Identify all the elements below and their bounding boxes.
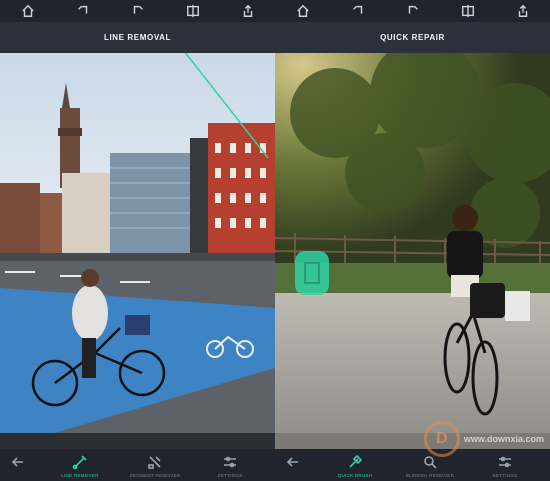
line-remover-icon: [72, 455, 87, 470]
city-street-photo[interactable]: [0, 53, 275, 449]
tool-label: LINE REMOVER: [61, 473, 99, 478]
screen-title-bar: QUICK REPAIR: [275, 22, 550, 53]
bottom-tool-bar: LINE REMOVER SEGMENT REMOVER SETTINGS: [0, 449, 275, 481]
screen-title: LINE REMOVAL: [103, 33, 172, 42]
back-button[interactable]: [285, 449, 315, 470]
line-removal-screen: LINE REMOVAL LINE REMOVER SEGMENT REMOVE…: [0, 0, 275, 481]
back-arrow-icon: [11, 457, 23, 467]
screen-title: QUICK REPAIR: [380, 33, 445, 42]
tool-label: BLEMISH REMOVER: [405, 473, 455, 478]
tool-label: SETTINGS: [492, 473, 518, 478]
top-toolbar: [0, 0, 275, 22]
home-icon[interactable]: [292, 2, 314, 20]
home-icon[interactable]: [17, 2, 39, 20]
segment-remover-icon: [148, 456, 161, 469]
redo-icon[interactable]: [127, 2, 149, 20]
park-cyclist-photo[interactable]: [275, 53, 550, 449]
tool-segment-remover[interactable]: SEGMENT REMOVER: [120, 449, 190, 478]
back-button[interactable]: [10, 449, 40, 470]
back-arrow-icon: [286, 457, 298, 467]
watermark-text: www.downxia.com: [463, 434, 544, 444]
share-icon[interactable]: [512, 2, 534, 20]
quick-repair-screen: QUICK REPAIR QUICK BRUSH BLEMISH REMOVER…: [275, 0, 550, 481]
tool-settings[interactable]: SETTINGS: [195, 449, 265, 478]
top-toolbar: [275, 0, 550, 22]
settings-sliders-icon: [224, 456, 236, 468]
undo-icon[interactable]: [72, 2, 94, 20]
tool-quick-brush[interactable]: QUICK BRUSH: [320, 449, 390, 478]
share-icon[interactable]: [237, 2, 259, 20]
undo-icon[interactable]: [347, 2, 369, 20]
compare-icon[interactable]: [457, 2, 479, 20]
watermark-logo-icon: D: [423, 421, 460, 457]
compare-icon[interactable]: [182, 2, 204, 20]
screen-title-bar: LINE REMOVAL: [0, 22, 275, 53]
redo-icon[interactable]: [402, 2, 424, 20]
app-comparison-screenshot: LINE REMOVAL LINE REMOVER SEGMENT REMOVE…: [0, 0, 550, 481]
quick-brush-icon: [349, 454, 363, 468]
tool-line-remover[interactable]: LINE REMOVER: [45, 449, 115, 478]
site-watermark: D www.downxia.com: [423, 421, 544, 457]
tool-label: SEGMENT REMOVER: [129, 473, 181, 478]
tool-label: SETTINGS: [217, 473, 243, 478]
tool-label: QUICK BRUSH: [337, 473, 373, 478]
